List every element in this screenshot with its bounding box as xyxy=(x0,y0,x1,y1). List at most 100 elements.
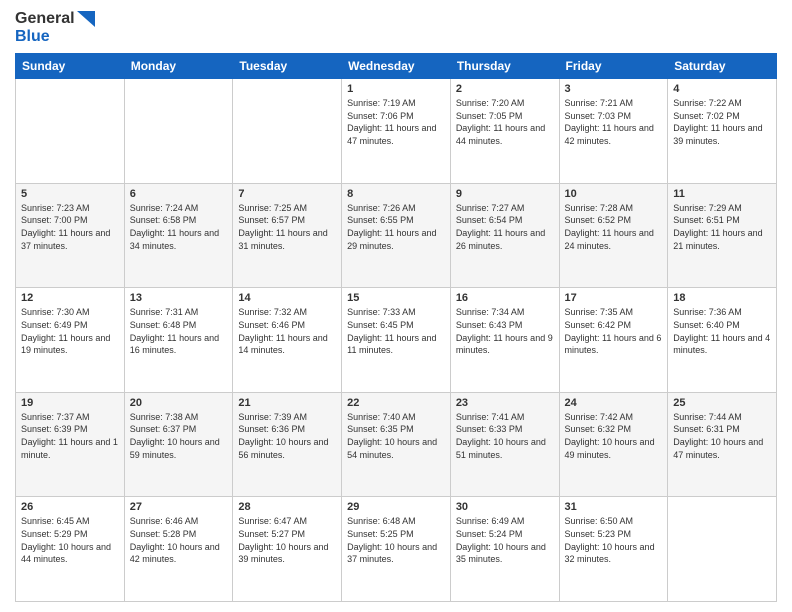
cell-info: Sunrise: 6:48 AM Sunset: 5:25 PM Dayligh… xyxy=(347,515,445,565)
week-row-5: 26 Sunrise: 6:45 AM Sunset: 5:29 PM Dayli… xyxy=(16,497,777,602)
calendar-cell: 4 Sunrise: 7:22 AM Sunset: 7:02 PM Daylig… xyxy=(668,79,777,184)
calendar-cell: 14 Sunrise: 7:32 AM Sunset: 6:46 PM Dayli… xyxy=(233,288,342,393)
logo-triangle-icon xyxy=(77,11,95,27)
calendar-cell: 3 Sunrise: 7:21 AM Sunset: 7:03 PM Daylig… xyxy=(559,79,668,184)
cell-info: Sunrise: 7:36 AM Sunset: 6:40 PM Dayligh… xyxy=(673,306,771,356)
calendar-cell: 28Sunrise: 6:47 AM Sunset: 5:27 PM Dayli… xyxy=(233,497,342,602)
cell-info: Sunrise: 7:21 AM Sunset: 7:03 PM Dayligh… xyxy=(565,97,663,147)
day-number: 26 xyxy=(21,501,119,513)
calendar-cell: 9 Sunrise: 7:27 AM Sunset: 6:54 PM Daylig… xyxy=(450,183,559,288)
calendar-cell: 8 Sunrise: 7:26 AM Sunset: 6:55 PM Daylig… xyxy=(342,183,451,288)
header-row: SundayMondayTuesdayWednesdayThursdayFrid… xyxy=(16,54,777,79)
cell-info: Sunrise: 7:33 AM Sunset: 6:45 PM Dayligh… xyxy=(347,306,445,356)
calendar-cell: 2 Sunrise: 7:20 AM Sunset: 7:05 PM Daylig… xyxy=(450,79,559,184)
cell-info: Sunrise: 6:46 AM Sunset: 5:28 PM Dayligh… xyxy=(130,515,228,565)
day-number: 23 xyxy=(456,397,554,409)
calendar-cell xyxy=(668,497,777,602)
day-number: 4 xyxy=(673,83,771,95)
calendar-cell xyxy=(16,79,125,184)
day-number: 19 xyxy=(21,397,119,409)
day-number: 22 xyxy=(347,397,445,409)
day-number: 2 xyxy=(456,83,554,95)
cell-info: Sunrise: 7:35 AM Sunset: 6:42 PM Dayligh… xyxy=(565,306,663,356)
day-number: 3 xyxy=(565,83,663,95)
cell-info: Sunrise: 7:24 AM Sunset: 6:58 PM Dayligh… xyxy=(130,202,228,252)
calendar-cell: 29Sunrise: 6:48 AM Sunset: 5:25 PM Dayli… xyxy=(342,497,451,602)
day-number: 18 xyxy=(673,292,771,304)
calendar-cell: 10 Sunrise: 7:28 AM Sunset: 6:52 PM Dayli… xyxy=(559,183,668,288)
cell-info: Sunrise: 7:23 AM Sunset: 7:00 PM Dayligh… xyxy=(21,202,119,252)
day-number: 15 xyxy=(347,292,445,304)
day-number: 14 xyxy=(238,292,336,304)
calendar-cell: 21 Sunrise: 7:39 AM Sunset: 6:36 PM Dayli… xyxy=(233,392,342,497)
day-header-monday: Monday xyxy=(124,54,233,79)
calendar-cell: 27Sunrise: 6:46 AM Sunset: 5:28 PM Dayli… xyxy=(124,497,233,602)
cell-info: Sunrise: 7:27 AM Sunset: 6:54 PM Dayligh… xyxy=(456,202,554,252)
day-number: 30 xyxy=(456,501,554,513)
calendar-cell: 18 Sunrise: 7:36 AM Sunset: 6:40 PM Dayli… xyxy=(668,288,777,393)
calendar-cell: 25 Sunrise: 7:44 AM Sunset: 6:31 PM Dayli… xyxy=(668,392,777,497)
day-number: 13 xyxy=(130,292,228,304)
cell-info: Sunrise: 7:34 AM Sunset: 6:43 PM Dayligh… xyxy=(456,306,554,356)
cell-info: Sunrise: 6:49 AM Sunset: 5:24 PM Dayligh… xyxy=(456,515,554,565)
calendar-cell: 6 Sunrise: 7:24 AM Sunset: 6:58 PM Daylig… xyxy=(124,183,233,288)
cell-info: Sunrise: 7:38 AM Sunset: 6:37 PM Dayligh… xyxy=(130,411,228,461)
cell-info: Sunrise: 6:50 AM Sunset: 5:23 PM Dayligh… xyxy=(565,515,663,565)
day-number: 31 xyxy=(565,501,663,513)
week-row-2: 5 Sunrise: 7:23 AM Sunset: 7:00 PM Daylig… xyxy=(16,183,777,288)
day-number: 24 xyxy=(565,397,663,409)
cell-info: Sunrise: 6:47 AM Sunset: 5:27 PM Dayligh… xyxy=(238,515,336,565)
day-number: 25 xyxy=(673,397,771,409)
day-number: 8 xyxy=(347,188,445,200)
cell-info: Sunrise: 7:41 AM Sunset: 6:33 PM Dayligh… xyxy=(456,411,554,461)
day-header-saturday: Saturday xyxy=(668,54,777,79)
day-number: 21 xyxy=(238,397,336,409)
calendar-cell: 30 Sunrise: 6:49 AM Sunset: 5:24 PM Dayli… xyxy=(450,497,559,602)
calendar-cell: 20 Sunrise: 7:38 AM Sunset: 6:37 PM Dayli… xyxy=(124,392,233,497)
cell-info: Sunrise: 7:25 AM Sunset: 6:57 PM Dayligh… xyxy=(238,202,336,252)
day-number: 20 xyxy=(130,397,228,409)
calendar-cell: 23 Sunrise: 7:41 AM Sunset: 6:33 PM Dayli… xyxy=(450,392,559,497)
calendar-cell: 13 Sunrise: 7:31 AM Sunset: 6:48 PM Dayli… xyxy=(124,288,233,393)
calendar-cell: 12Sunrise: 7:30 AM Sunset: 6:49 PM Dayli… xyxy=(16,288,125,393)
cell-info: Sunrise: 7:20 AM Sunset: 7:05 PM Dayligh… xyxy=(456,97,554,147)
calendar-cell: 31 Sunrise: 6:50 AM Sunset: 5:23 PM Dayli… xyxy=(559,497,668,602)
calendar-cell: 24Sunrise: 7:42 AM Sunset: 6:32 PM Dayli… xyxy=(559,392,668,497)
cell-info: Sunrise: 7:28 AM Sunset: 6:52 PM Dayligh… xyxy=(565,202,663,252)
cell-info: Sunrise: 6:45 AM Sunset: 5:29 PM Dayligh… xyxy=(21,515,119,565)
cell-info: Sunrise: 7:22 AM Sunset: 7:02 PM Dayligh… xyxy=(673,97,771,147)
day-number: 10 xyxy=(565,188,663,200)
cell-info: Sunrise: 7:44 AM Sunset: 6:31 PM Dayligh… xyxy=(673,411,771,461)
day-number: 5 xyxy=(21,188,119,200)
day-header-sunday: Sunday xyxy=(16,54,125,79)
day-header-tuesday: Tuesday xyxy=(233,54,342,79)
page: General Blue SundayMondayTuesdayWednesda… xyxy=(0,0,792,612)
cell-info: Sunrise: 7:26 AM Sunset: 6:55 PM Dayligh… xyxy=(347,202,445,252)
logo: General Blue xyxy=(15,10,95,45)
cell-info: Sunrise: 7:37 AM Sunset: 6:39 PM Dayligh… xyxy=(21,411,119,461)
logo-blue-text: Blue xyxy=(15,28,50,46)
day-number: 12 xyxy=(21,292,119,304)
cell-info: Sunrise: 7:39 AM Sunset: 6:36 PM Dayligh… xyxy=(238,411,336,461)
day-number: 16 xyxy=(456,292,554,304)
day-number: 9 xyxy=(456,188,554,200)
calendar-cell: 5 Sunrise: 7:23 AM Sunset: 7:00 PM Daylig… xyxy=(16,183,125,288)
day-header-wednesday: Wednesday xyxy=(342,54,451,79)
cell-info: Sunrise: 7:32 AM Sunset: 6:46 PM Dayligh… xyxy=(238,306,336,356)
cell-info: Sunrise: 7:31 AM Sunset: 6:48 PM Dayligh… xyxy=(130,306,228,356)
day-number: 17 xyxy=(565,292,663,304)
header: General Blue xyxy=(15,10,777,45)
calendar-cell xyxy=(233,79,342,184)
cell-info: Sunrise: 7:29 AM Sunset: 6:51 PM Dayligh… xyxy=(673,202,771,252)
day-number: 1 xyxy=(347,83,445,95)
week-row-4: 19 Sunrise: 7:37 AM Sunset: 6:39 PM Dayli… xyxy=(16,392,777,497)
week-row-3: 12Sunrise: 7:30 AM Sunset: 6:49 PM Dayli… xyxy=(16,288,777,393)
calendar-cell: 7Sunrise: 7:25 AM Sunset: 6:57 PM Daylig… xyxy=(233,183,342,288)
calendar-cell: 22 Sunrise: 7:40 AM Sunset: 6:35 PM Dayli… xyxy=(342,392,451,497)
cell-info: Sunrise: 7:40 AM Sunset: 6:35 PM Dayligh… xyxy=(347,411,445,461)
day-number: 6 xyxy=(130,188,228,200)
calendar-table: SundayMondayTuesdayWednesdayThursdayFrid… xyxy=(15,53,777,602)
calendar-cell: 1 Sunrise: 7:19 AM Sunset: 7:06 PM Daylig… xyxy=(342,79,451,184)
day-header-thursday: Thursday xyxy=(450,54,559,79)
cell-info: Sunrise: 7:19 AM Sunset: 7:06 PM Dayligh… xyxy=(347,97,445,147)
